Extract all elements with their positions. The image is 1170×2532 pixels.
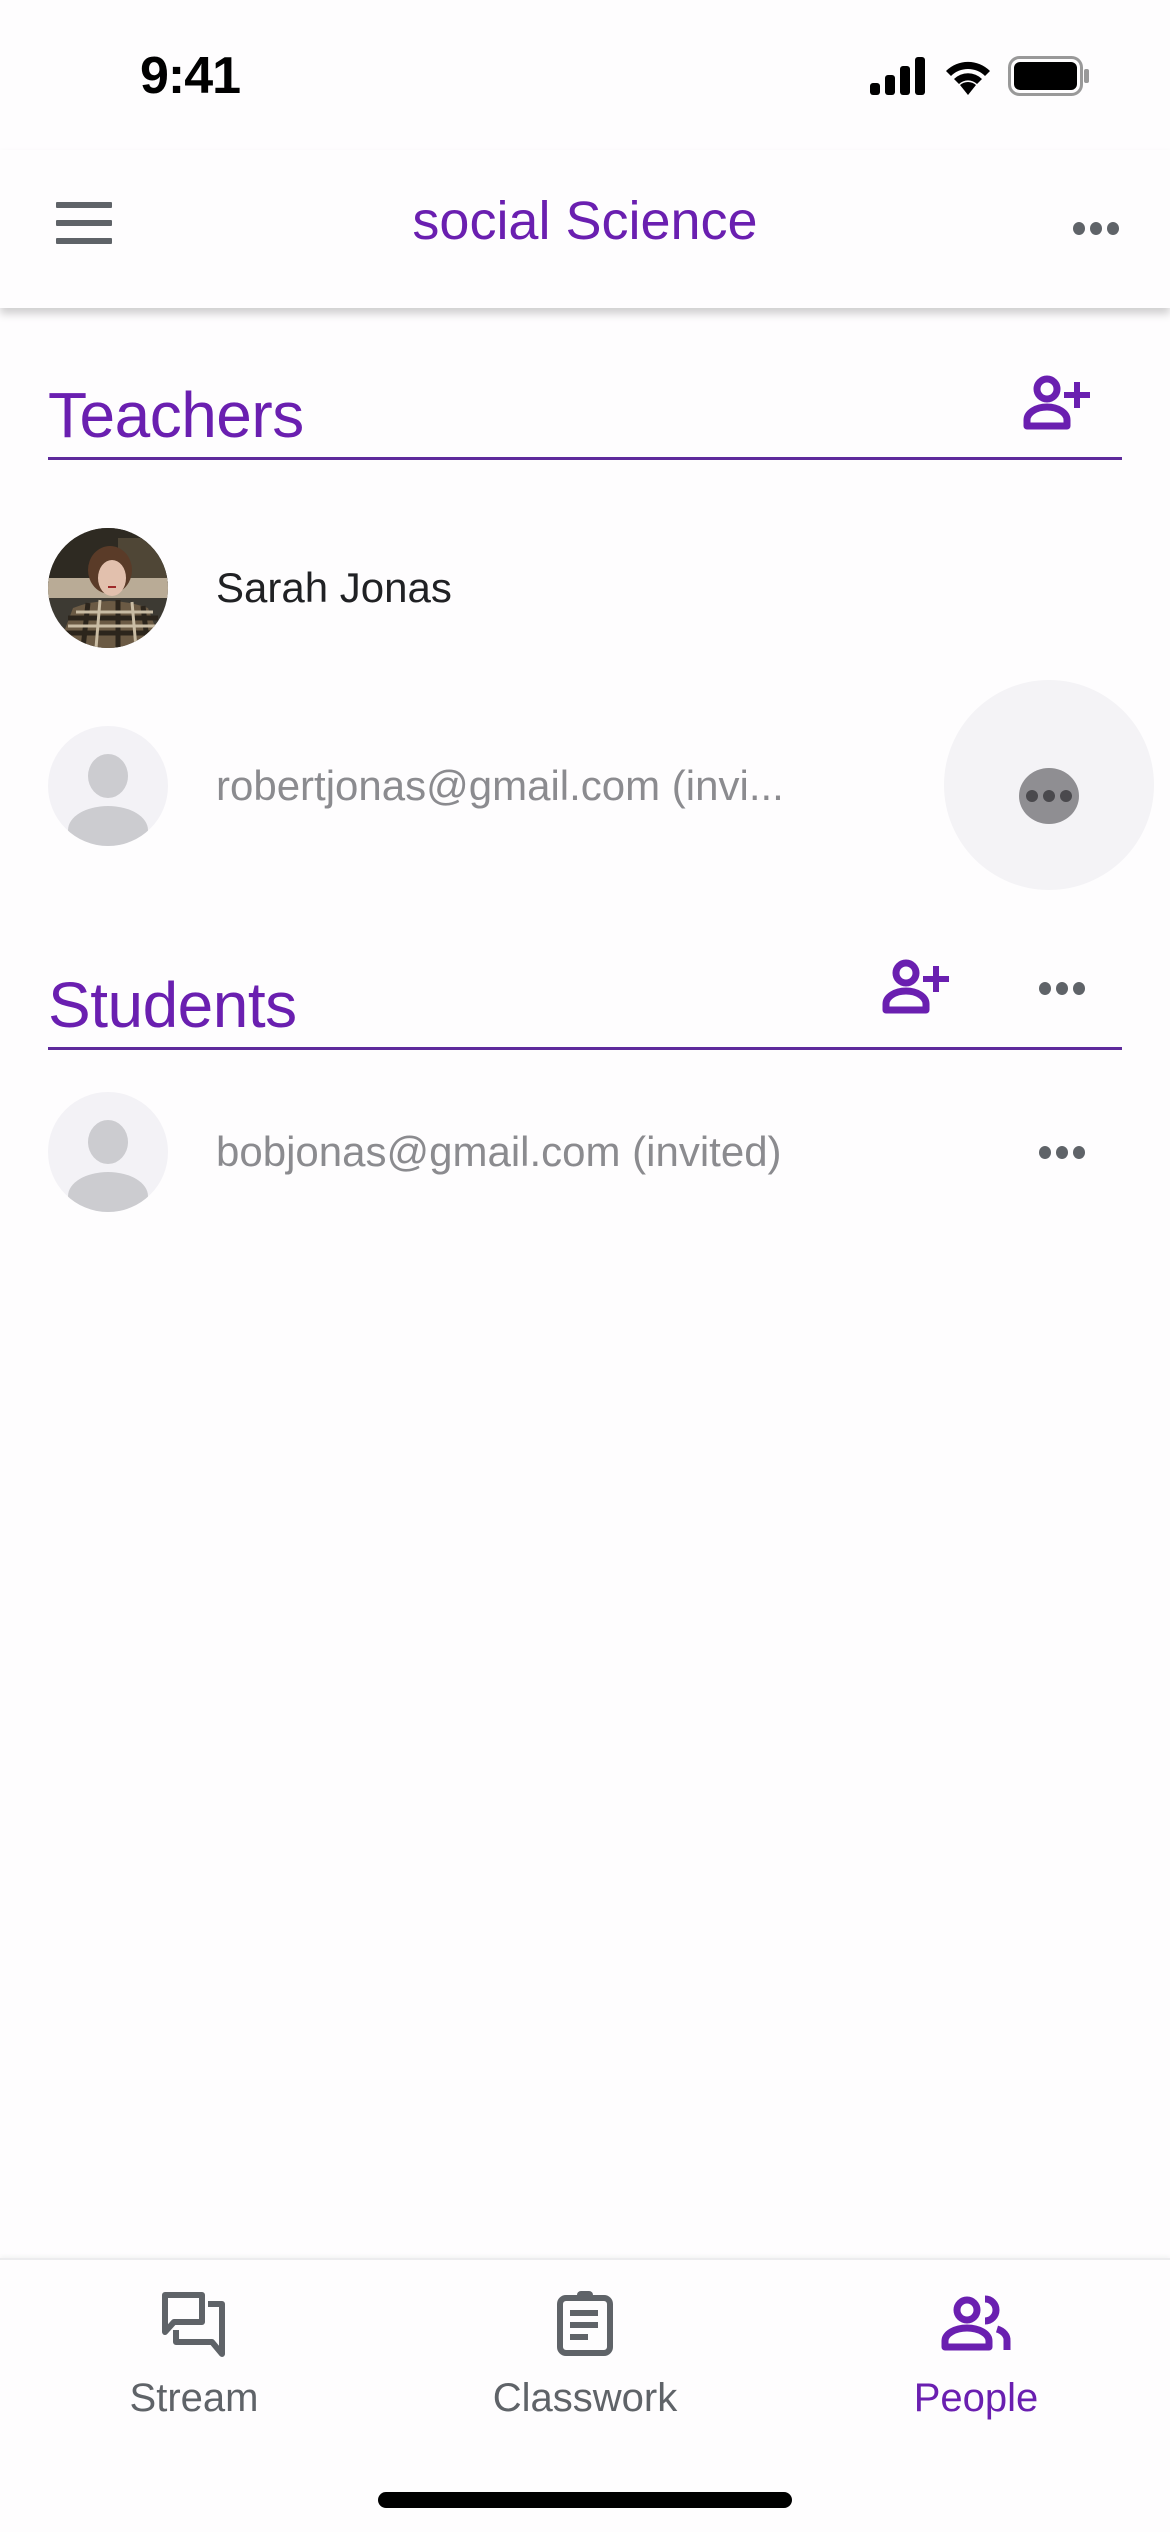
status-time: 9:41 [140,47,241,105]
teacher-avatar [48,528,168,648]
more-horizontal-icon [1073,221,1085,235]
home-indicator[interactable] [378,2492,792,2508]
avatar-photo [48,528,168,648]
teacher-more-button[interactable] [944,680,1154,890]
class-more-button[interactable] [1066,198,1126,258]
tab-people[interactable]: People [826,2288,1126,2428]
battery-icon [1008,56,1089,96]
students-title: Students [48,969,297,1041]
wifi-icon [946,61,990,95]
more-horizontal-icon [1039,1145,1051,1159]
students-header: Students [48,930,1122,1050]
person-add-icon [1023,375,1090,430]
invite-student-button[interactable] [877,946,957,1026]
teacher-invited-email: robertjonas@gmail.com (invi... [216,762,784,809]
student-invited-email: bobjonas@gmail.com (invited) [216,1128,782,1175]
status-icons [870,56,1090,96]
tab-people-label: People [913,2376,1039,2420]
tab-stream[interactable]: Stream [44,2288,344,2428]
default-avatar-icon [48,726,168,846]
teacher-name: Sarah Jonas [216,564,452,611]
students-more-button[interactable] [1022,948,1102,1028]
invite-teacher-button[interactable] [1018,362,1098,442]
class-title: social Science [412,191,758,251]
teachers-title: Teachers [48,379,304,451]
bottom-nav: Stream Classwork People [0,2258,1170,2532]
cellular-signal-icon [870,57,925,95]
status-bar: 9:41 [0,0,1170,150]
more-horizontal-icon [1039,981,1051,995]
clipboard-icon [557,2291,613,2356]
more-horizontal-icon [1026,790,1038,802]
app-bar: social Science [0,150,1170,308]
teacher-row[interactable]: Sarah Jonas [48,528,1122,648]
student-more-button[interactable] [1022,1112,1102,1192]
teachers-header: Teachers [48,340,1122,460]
people-icon [941,2295,1011,2351]
default-avatar-icon [48,1092,168,1212]
tab-stream-label: Stream [129,2376,259,2420]
stream-chat-icon [162,2292,225,2357]
tab-classwork-label: Classwork [492,2376,678,2420]
student-row[interactable]: bobjonas@gmail.com (invited) [48,1092,1122,1212]
person-add-icon [882,959,949,1014]
tab-classwork[interactable]: Classwork [435,2288,735,2428]
